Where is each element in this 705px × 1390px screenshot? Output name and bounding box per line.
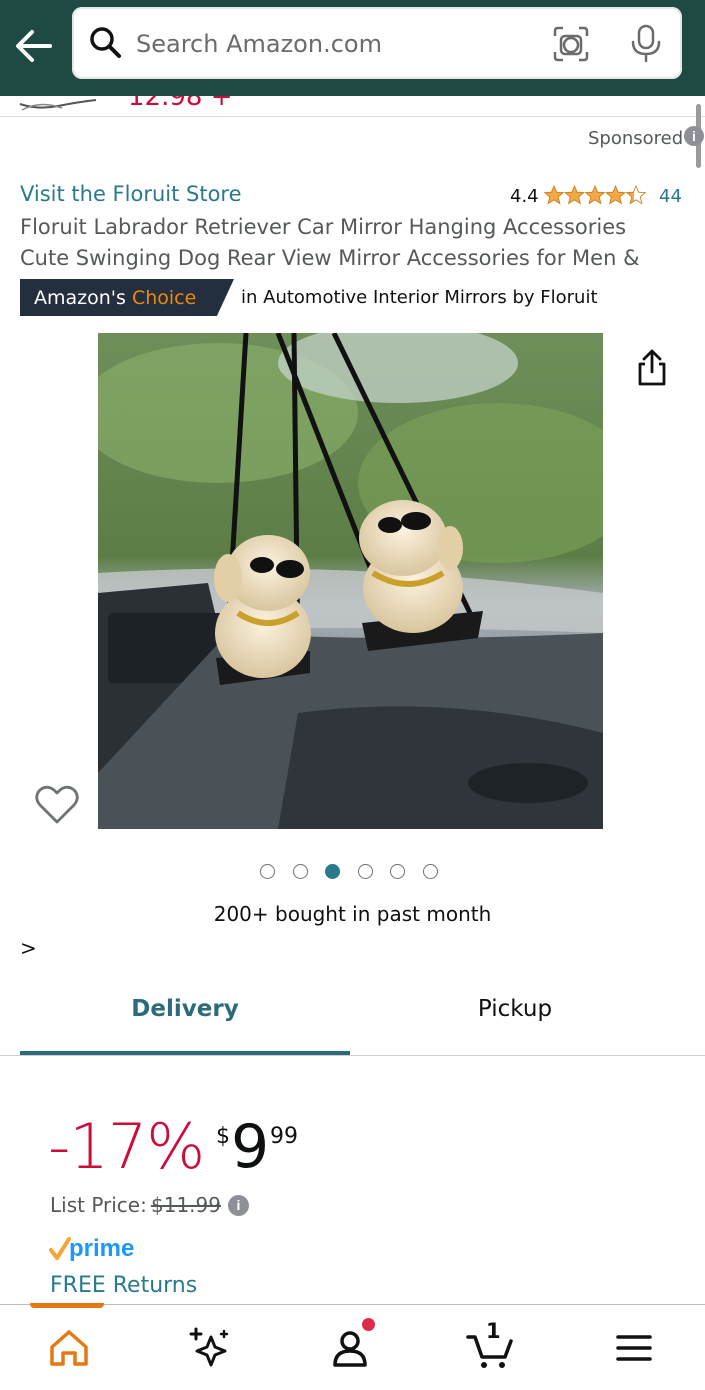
discount-percent: -17% [48, 1110, 205, 1183]
price-fraction: 99 [270, 1124, 298, 1149]
star-rating[interactable] [544, 184, 646, 206]
carousel-dot[interactable] [325, 864, 341, 879]
search-input[interactable] [134, 21, 538, 67]
choice-badge-word: Choice [131, 287, 197, 309]
microphone-icon[interactable] [628, 23, 664, 63]
prime-logo: prime [49, 1235, 149, 1265]
rating-value: 4.4 [510, 186, 539, 207]
choice-badge-prefix: Amazon's [34, 287, 126, 309]
share-icon[interactable] [634, 348, 670, 388]
choice-category-text: in Automotive Interior Mirrors by Florui… [241, 287, 598, 308]
star-icon [605, 185, 626, 205]
free-returns-link[interactable]: FREE Returns [50, 1273, 197, 1298]
star-icon [564, 185, 585, 205]
bottom-navigation [0, 1303, 705, 1390]
carousel-dot[interactable] [423, 864, 438, 879]
bought-count-text: 200+ bought in past month [213, 902, 492, 926]
list-price-label: List Price: [50, 1193, 147, 1217]
carousel-dot[interactable] [357, 864, 373, 879]
carousel-dot[interactable] [390, 864, 406, 879]
tabs-divider [0, 1055, 705, 1056]
previous-item-price: 12.98 + [128, 96, 233, 112]
account-notification-dot [362, 1318, 375, 1331]
back-arrow-icon[interactable] [12, 26, 56, 66]
prime-label: prime [69, 1235, 135, 1262]
camera-lens-icon[interactable] [552, 25, 590, 63]
carousel-dot[interactable] [292, 864, 308, 879]
search-icon[interactable] [88, 25, 122, 59]
image-carousel-dots [260, 864, 450, 882]
prime-check-icon [49, 1237, 71, 1260]
product-image[interactable] [98, 333, 603, 829]
top-header [0, 0, 705, 96]
carousel-dot[interactable] [260, 864, 275, 879]
amazons-choice-badge: Amazon's Choice [20, 279, 234, 316]
list-price-info-icon[interactable]: i [228, 1195, 249, 1216]
tab-delivery[interactable]: Delivery [20, 996, 350, 1022]
list-price-value: $11.99 [151, 1193, 221, 1217]
store-link[interactable]: Visit the Floruit Store [20, 182, 242, 206]
active-nav-indicator [30, 1303, 104, 1308]
price-whole: 9 [231, 1112, 270, 1182]
wishlist-heart-icon[interactable] [34, 784, 80, 826]
sponsored-info-icon[interactable]: i [684, 126, 704, 146]
review-count-link[interactable]: 44 [659, 186, 682, 207]
star-half-icon [626, 185, 646, 205]
ai-sparkle-icon[interactable] [184, 1323, 234, 1373]
menu-icon[interactable] [610, 1323, 660, 1373]
home-icon[interactable] [44, 1323, 94, 1373]
previous-item-thumbnail [19, 99, 97, 111]
previous-item-strip: 12.98 + [0, 96, 705, 117]
search-bar[interactable] [72, 7, 682, 79]
price-currency: $ [216, 1124, 230, 1149]
expand-chevron[interactable]: > [20, 936, 37, 960]
sponsored-label: Sponsored [588, 128, 684, 149]
star-icon [585, 185, 605, 205]
star-icon [544, 185, 564, 205]
tab-pickup[interactable]: Pickup [350, 996, 680, 1022]
cart-count-badge: 1 [486, 1319, 501, 1343]
